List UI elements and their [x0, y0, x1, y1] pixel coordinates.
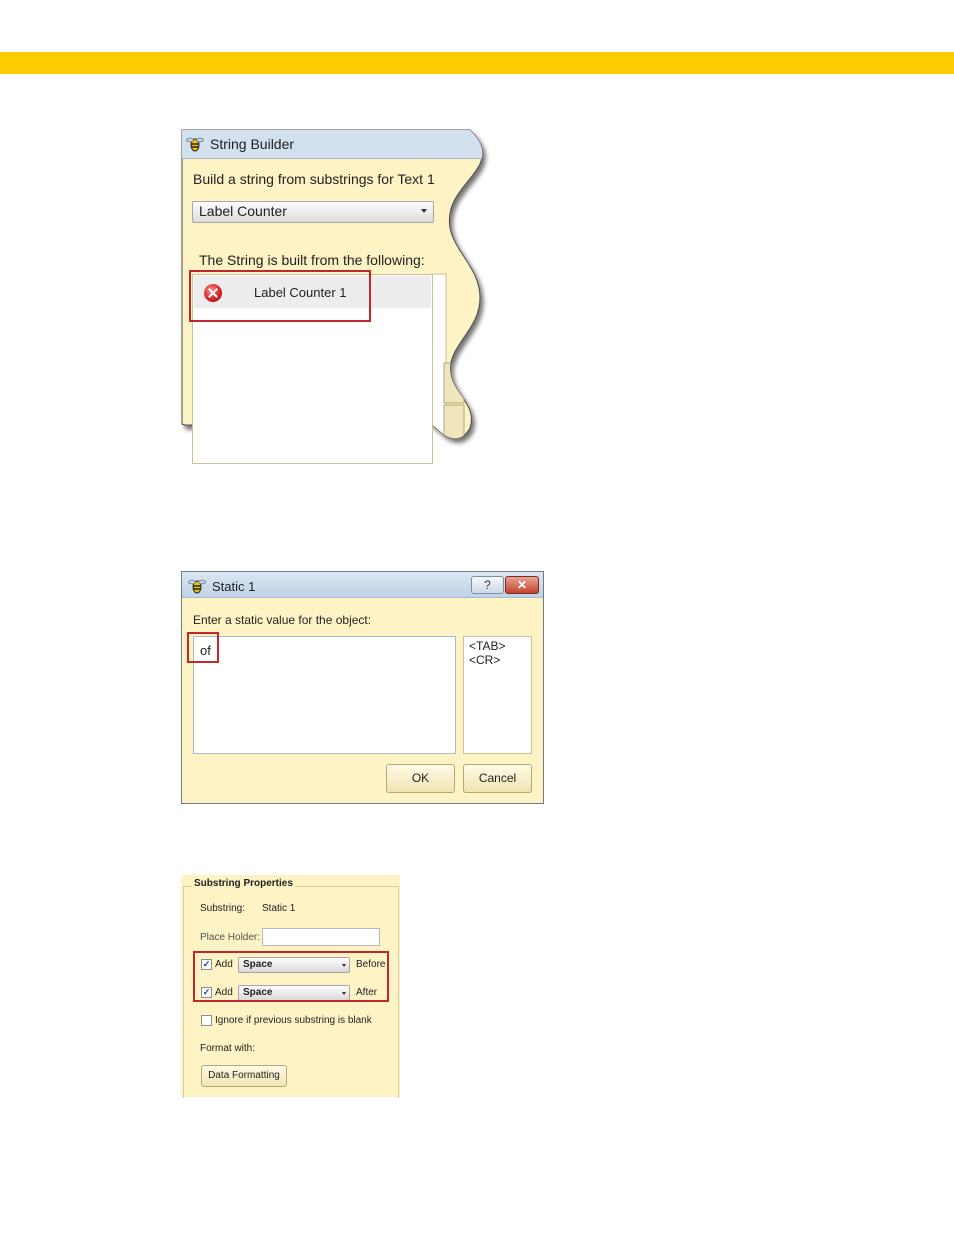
placeholder-input[interactable]: [262, 928, 380, 946]
highlight-box: [189, 270, 371, 322]
highlight-box: [187, 632, 219, 663]
string-builder-screenshot: String Builder Build a string from subst…: [180, 128, 500, 464]
static-prompt: Enter a static value for the object:: [193, 613, 372, 627]
app-wasp-icon: [188, 579, 206, 594]
dialog-title: Static 1: [188, 577, 255, 595]
builder-prompt: Build a string from substrings for Text …: [193, 171, 435, 187]
data-formatting-button[interactable]: Data Formatting: [201, 1065, 287, 1087]
substring-label: Substring:: [200, 903, 246, 914]
ignore-blank-label: Ignore if previous substring is blank: [215, 1015, 372, 1026]
app-wasp-icon: [186, 137, 204, 152]
header-accent-bar: [0, 52, 954, 74]
dialog-title: String Builder: [186, 135, 294, 153]
cancel-button[interactable]: Cancel: [463, 764, 532, 793]
group-title: Substring Properties: [192, 878, 295, 889]
chevron-down-icon: [421, 209, 427, 213]
substring-type-select[interactable]: Label Counter: [192, 201, 434, 223]
static-value-dialog: Static 1 ? ✕ Enter a static value for th…: [181, 571, 544, 804]
placeholder-label: Place Holder:: [200, 932, 261, 943]
highlight-box: [193, 951, 389, 1002]
dialog-titlebar: Static 1 ? ✕: [182, 572, 543, 598]
selected-option: Label Counter: [199, 203, 287, 219]
static-value-input[interactable]: of: [193, 636, 456, 754]
list-label: The String is built from the following:: [199, 252, 425, 268]
substring-properties-panel: Substring Properties Substring: Static 1…: [181, 875, 400, 1098]
ignore-blank-checkbox[interactable]: [201, 1015, 212, 1026]
ok-button[interactable]: OK: [386, 764, 455, 793]
substring-value: Static 1: [262, 903, 296, 914]
dialog-title-text: Static 1: [212, 578, 256, 594]
format-label: Format with:: [200, 1043, 256, 1054]
list-item[interactable]: <CR>: [469, 653, 526, 667]
help-button[interactable]: ?: [471, 576, 504, 594]
close-button[interactable]: ✕: [505, 576, 539, 594]
dialog-title-text: String Builder: [210, 136, 295, 152]
list-item[interactable]: <TAB>: [469, 639, 526, 653]
special-char-list[interactable]: <TAB> <CR>: [463, 636, 532, 754]
